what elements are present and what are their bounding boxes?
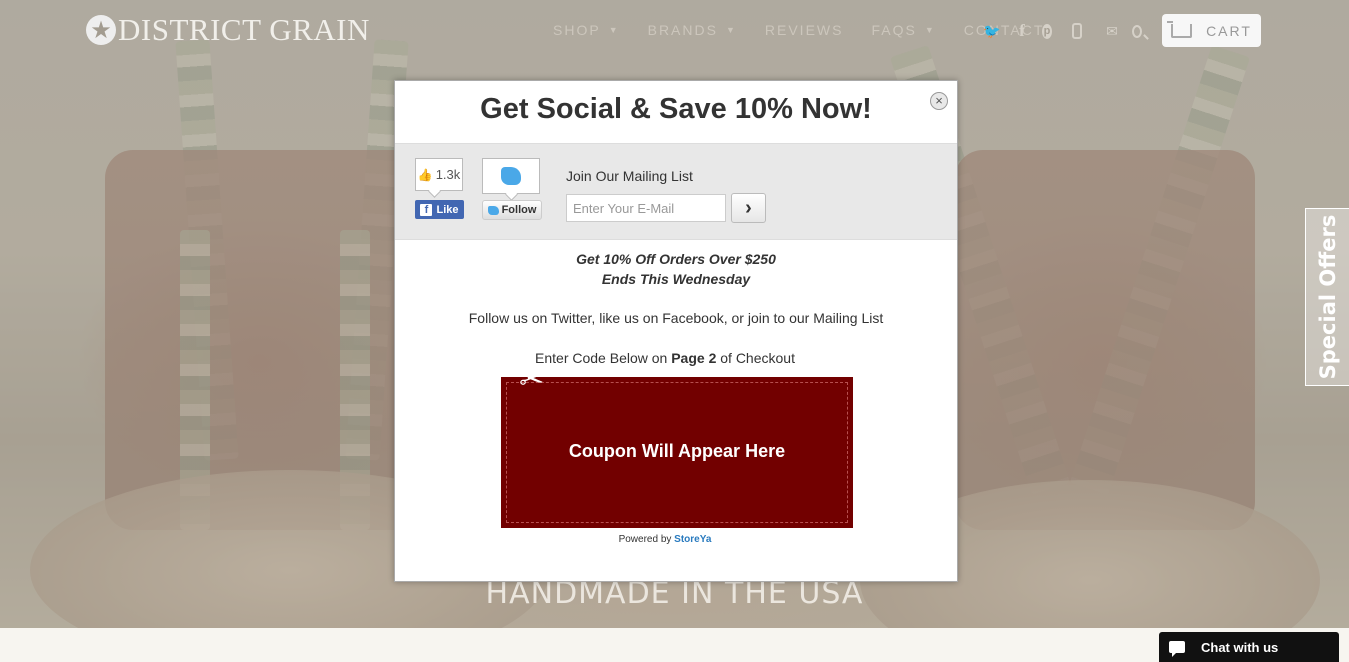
thumbs-up-icon: 👍 — [417, 167, 433, 182]
facebook-icon[interactable]: f — [1012, 21, 1032, 41]
site-logo[interactable]: ★ DISTRICT GRAIN — [86, 12, 370, 48]
like-count: 1.3k — [435, 167, 461, 182]
chevron-down-icon: ▼ — [725, 25, 737, 35]
mail-icon[interactable]: ✉ — [1102, 21, 1122, 41]
offer-line-2: Ends This Wednesday — [601, 271, 751, 287]
chevron-right-icon: › — [745, 197, 752, 219]
email-submit-button[interactable]: › — [731, 193, 766, 223]
follow-instructions: Follow us on Twitter, like us on Faceboo… — [468, 310, 884, 326]
chat-label: Chat with us — [1201, 639, 1279, 655]
instagram-icon[interactable] — [1072, 21, 1092, 41]
scissors-icon: ✂ — [519, 363, 545, 396]
chat-bubble-icon — [1169, 641, 1185, 657]
popup-title: Get Social & Save 10% Now! — [480, 93, 872, 125]
mailing-list-label: Join Our Mailing List — [566, 168, 693, 184]
twitter-follow-button[interactable]: Follow — [482, 200, 542, 220]
storeya-link[interactable]: StoreYa — [674, 534, 711, 545]
follow-label: Follow — [501, 204, 537, 216]
like-label: Like — [436, 203, 459, 216]
powered-by: Powered by StoreYa — [618, 534, 712, 545]
cart-button[interactable]: CART — [1162, 14, 1261, 47]
offer-line-1: Get 10% Off Orders Over $250 — [576, 251, 776, 267]
site-header: ★ DISTRICT GRAIN SHOP ▼ BRANDS ▼ REVIEWS F… — [0, 0, 1349, 62]
pinterest-icon[interactable]: p — [1042, 21, 1062, 41]
nav-shop[interactable]: SHOP ▼ — [553, 22, 620, 38]
social-action-bar: 👍 1.3k f Like Follow Join Our Mailing Li… — [395, 143, 957, 240]
social-discount-popup: Get Social & Save 10% Now! × 👍 1.3k f Li… — [394, 80, 958, 582]
special-offers-label: Special Offers — [1315, 214, 1340, 380]
twitter-icon — [487, 205, 499, 215]
social-links: 🐦 f p ✉ — [982, 21, 1162, 41]
twitter-icon[interactable]: 🐦 — [982, 21, 1002, 41]
logo-text: DISTRICT GRAIN — [118, 12, 370, 47]
coupon-box: ✂ Coupon Will Appear Here — [501, 365, 853, 528]
twitter-icon — [501, 167, 521, 185]
twitter-logo-box — [482, 158, 540, 194]
code-instructions: Enter Code Below on Page 2 of Checkout — [535, 350, 795, 366]
coupon-placeholder: Coupon Will Appear Here — [568, 441, 786, 461]
nav-brands[interactable]: BRANDS ▼ — [648, 22, 737, 38]
nav-reviews[interactable]: REVIEWS — [765, 22, 844, 38]
special-offers-tab[interactable]: Special Offers — [1305, 208, 1349, 386]
search-icon[interactable] — [1132, 21, 1152, 41]
nav-faqs[interactable]: FAQS ▼ — [871, 22, 935, 38]
facebook-icon: f — [420, 203, 433, 216]
checkout-page: Page 2 — [671, 350, 717, 366]
close-icon[interactable]: × — [930, 92, 948, 110]
chat-widget[interactable]: Chat with us — [1159, 632, 1339, 662]
cart-icon — [1167, 20, 1193, 38]
chevron-down-icon: ▼ — [608, 25, 620, 35]
like-count-bubble: 👍 1.3k — [415, 158, 463, 191]
email-field[interactable] — [566, 194, 726, 222]
chevron-down-icon: ▼ — [924, 25, 936, 35]
cart-label: CART — [1206, 22, 1252, 39]
star-icon: ★ — [86, 15, 116, 45]
facebook-like-button[interactable]: f Like — [415, 200, 464, 219]
